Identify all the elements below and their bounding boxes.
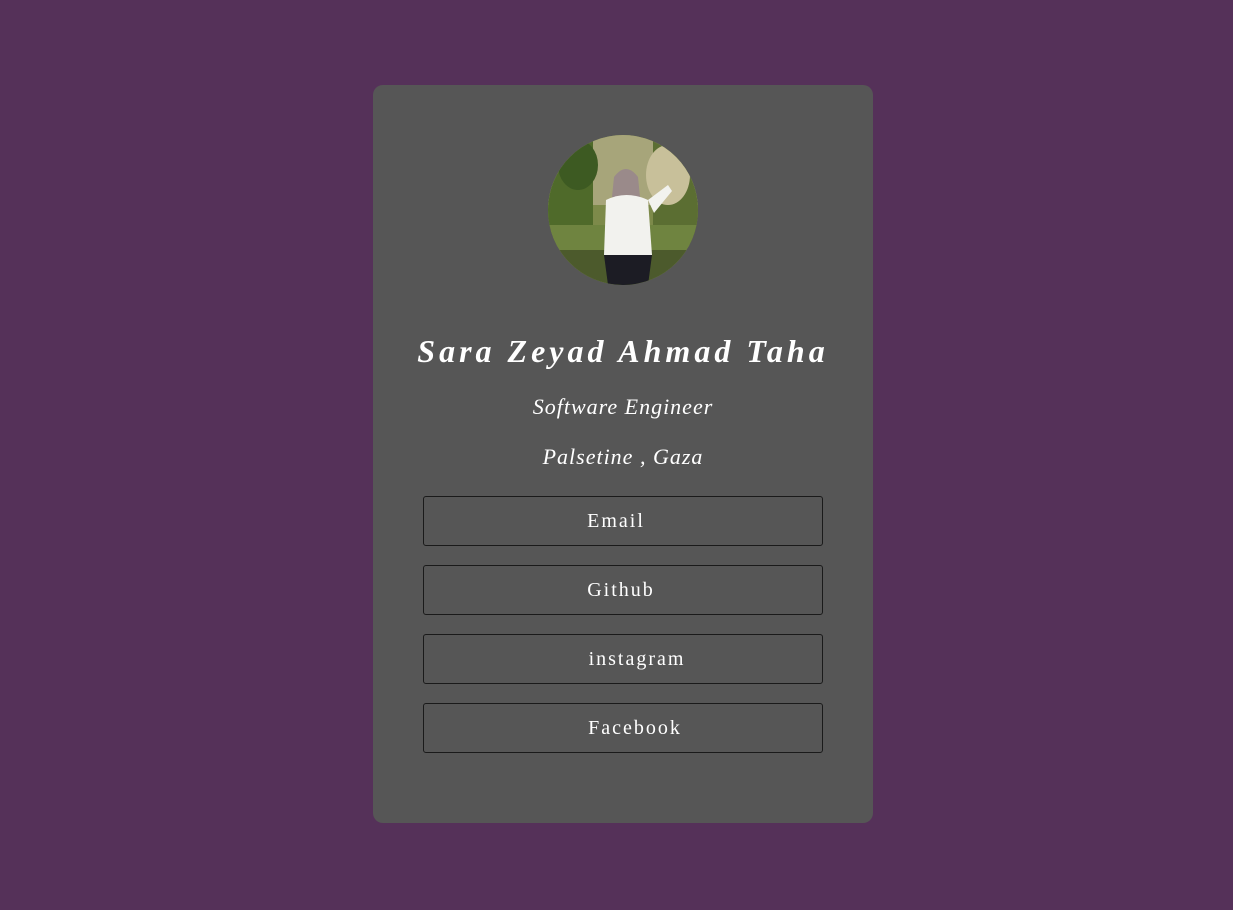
profile-location: Palsetine , Gaza bbox=[542, 444, 704, 469]
facebook-button-label: Facebook bbox=[588, 717, 682, 739]
profile-name: Sara Zeyad Ahmad Taha bbox=[417, 333, 829, 369]
email-button-label: Email bbox=[587, 510, 645, 532]
profile-role: Software Engineer bbox=[532, 394, 714, 419]
github-button-label: Github bbox=[587, 579, 655, 601]
instagram-button[interactable]: instagram bbox=[423, 634, 823, 684]
instagram-button-label: instagram bbox=[588, 648, 686, 670]
social-links: Email Github instagram Facebook bbox=[423, 496, 823, 772]
profile-card: Sara Zeyad Ahmad Taha Software Engineer … bbox=[373, 85, 873, 823]
profile-photo bbox=[548, 135, 698, 285]
github-button[interactable]: Github bbox=[423, 565, 823, 615]
email-button[interactable]: Email bbox=[423, 496, 823, 546]
avatar bbox=[548, 135, 698, 285]
facebook-button[interactable]: Facebook bbox=[423, 703, 823, 753]
